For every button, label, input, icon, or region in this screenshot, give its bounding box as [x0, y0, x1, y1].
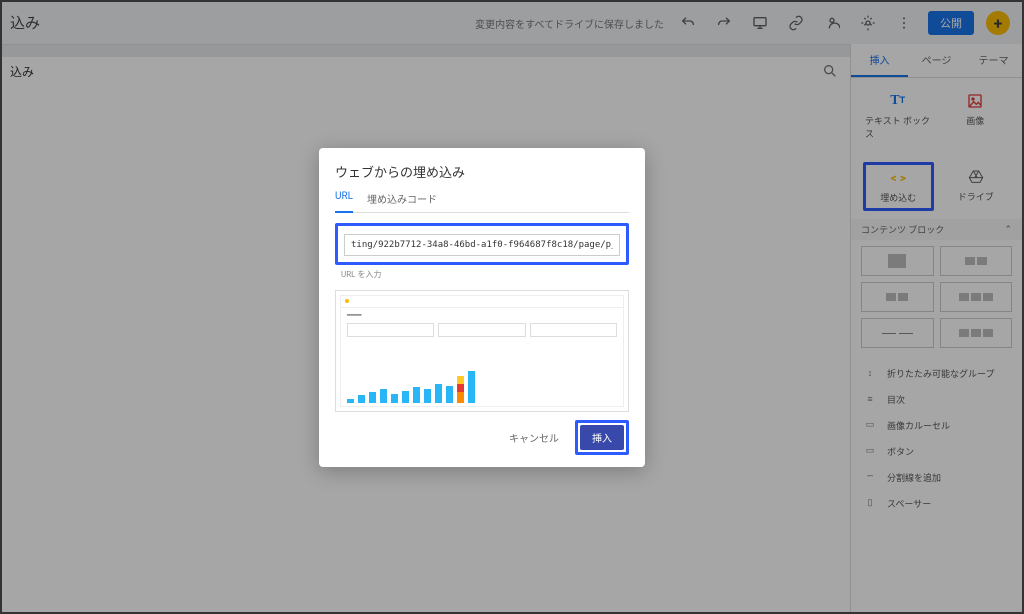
preview-thumbnail: ━━━━	[340, 295, 624, 407]
dialog-tabs: URL 埋め込みコード	[335, 191, 629, 213]
dialog-title: ウェブからの埋め込み	[335, 162, 629, 181]
preview-kpi-row	[347, 323, 617, 337]
dialog-tab-url[interactable]: URL	[335, 191, 353, 213]
embed-from-web-dialog: ウェブからの埋め込み URL 埋め込みコード URL を入力 ━━━━	[319, 148, 645, 467]
insert-button[interactable]: 挿入	[580, 425, 624, 450]
cancel-button[interactable]: キャンセル	[501, 424, 567, 451]
insert-button-highlight: 挿入	[575, 420, 629, 455]
preview-title-placeholder: ━━━━	[347, 312, 617, 319]
dialog-actions: キャンセル 挿入	[335, 420, 629, 455]
modal-overlay: ウェブからの埋め込み URL 埋め込みコード URL を入力 ━━━━	[2, 2, 1022, 612]
embed-url-input[interactable]	[344, 234, 620, 256]
url-input-highlight	[335, 223, 629, 265]
dialog-tab-code[interactable]: 埋め込みコード	[367, 191, 437, 212]
embed-preview: ━━━━	[335, 290, 629, 412]
preview-header	[341, 296, 623, 308]
url-hint-text: URL を入力	[335, 267, 629, 286]
preview-chart	[347, 363, 617, 403]
